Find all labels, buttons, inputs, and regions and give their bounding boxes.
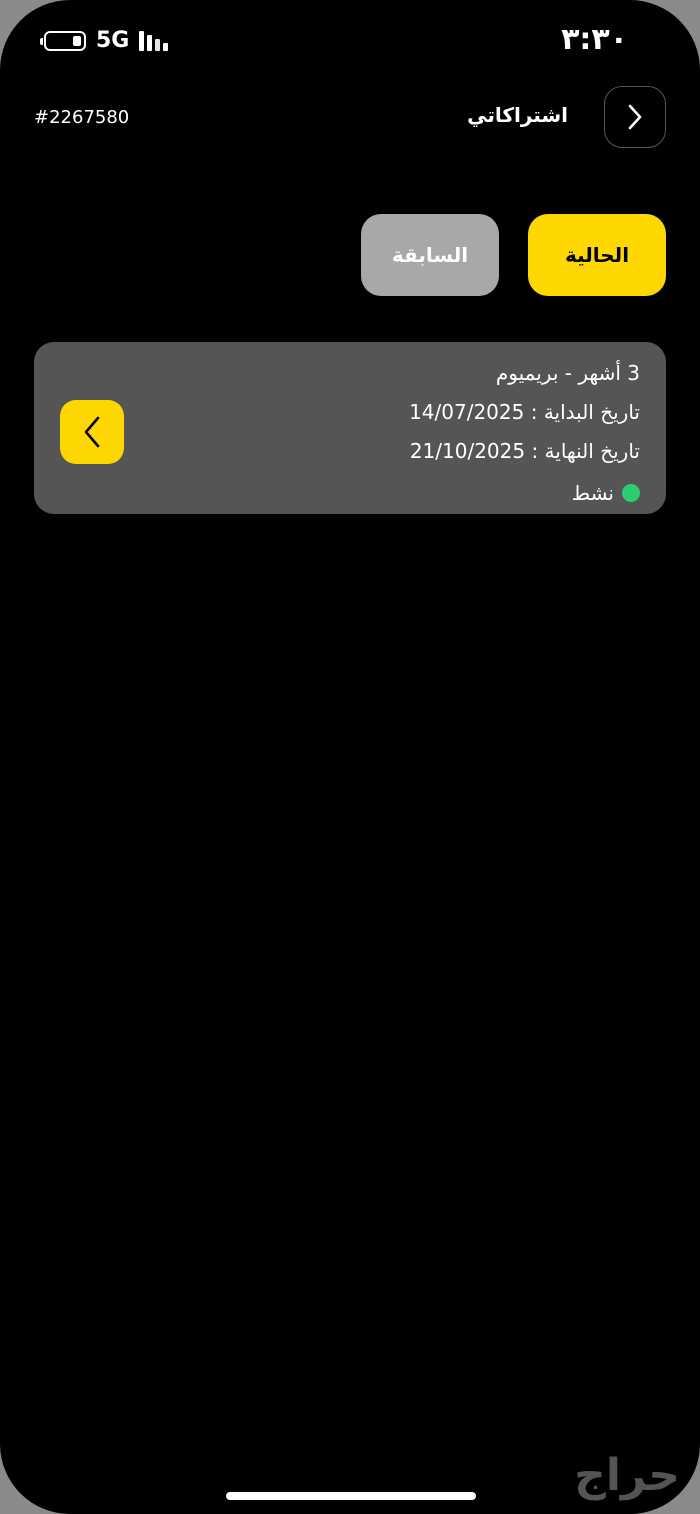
subscription-start-date: تاريخ البداية : 14/07/2025 <box>409 400 640 424</box>
account-id: #2267580 <box>34 107 130 128</box>
chevron-right-icon <box>628 104 642 130</box>
subscription-details: 3 أشهر - بريميوم تاريخ البداية : 14/07/2… <box>409 356 640 512</box>
back-button[interactable] <box>604 86 666 148</box>
battery-icon <box>40 30 86 51</box>
network-type: 5G <box>96 28 130 53</box>
page-title: اشتراكاتي <box>467 103 568 127</box>
tab-previous[interactable]: السابقة <box>361 214 499 296</box>
chevron-left-icon <box>84 416 100 448</box>
home-indicator <box>226 1492 476 1500</box>
open-subscription-button[interactable] <box>60 400 124 464</box>
haraj-watermark: حراج <box>574 1450 680 1501</box>
phone-screen: 5G ٣:٣٠ اشتراكاتي #2267580 الحالية الساب… <box>0 0 700 1514</box>
subscription-status-row: نشط <box>409 473 640 512</box>
subscription-plan: 3 أشهر - بريميوم <box>495 361 640 385</box>
signal-icon <box>139 30 169 51</box>
subscription-status: نشط <box>571 480 614 505</box>
status-dot-icon <box>622 483 640 502</box>
status-bar-left: 5G <box>40 28 169 53</box>
subscription-card[interactable]: 3 أشهر - بريميوم تاريخ البداية : 14/07/2… <box>34 342 666 514</box>
subscription-end-date: تاريخ النهاية : 21/10/2025 <box>409 439 640 463</box>
status-time: ٣:٣٠ <box>561 22 628 57</box>
tab-current[interactable]: الحالية <box>528 214 666 296</box>
